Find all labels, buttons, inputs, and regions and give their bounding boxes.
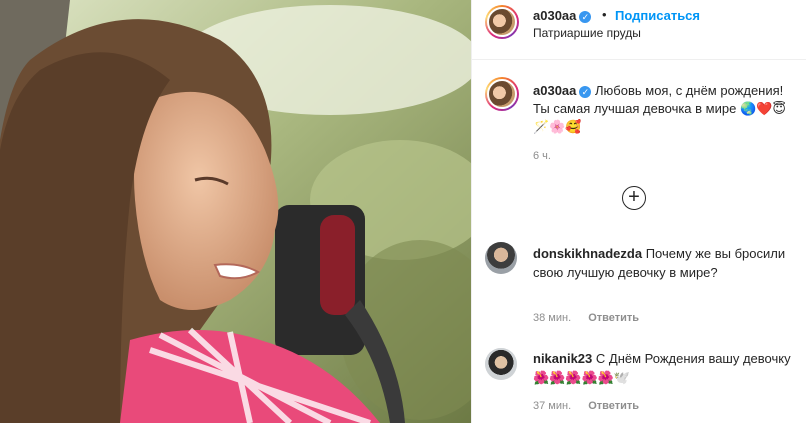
comment-meta: 37 мин. Ответить bbox=[533, 400, 639, 412]
post-photo[interactable] bbox=[0, 0, 471, 423]
comment: donskikhnadezda Почему же вы бросили сво… bbox=[533, 244, 793, 282]
comment: nikanik23 С Днём Рождения вашу девочку🌺🌺… bbox=[533, 349, 793, 387]
separator-dot: • bbox=[602, 7, 607, 22]
post-photo-image bbox=[0, 0, 471, 423]
comment-timestamp[interactable]: 37 мин. bbox=[533, 400, 571, 412]
author-username[interactable]: a030aa bbox=[533, 8, 576, 23]
follow-button[interactable]: Подписаться bbox=[615, 8, 700, 23]
caption-username[interactable]: a030aa bbox=[533, 83, 576, 98]
post-caption: a030aa ✓ Любовь моя, с днём рождения! Ты … bbox=[533, 82, 793, 136]
commenter-avatar[interactable] bbox=[485, 242, 517, 274]
verified-badge-icon: ✓ bbox=[579, 11, 592, 23]
caption-timestamp[interactable]: 6 ч. bbox=[533, 150, 551, 162]
author-username-row[interactable]: a030aa ✓ bbox=[533, 8, 592, 23]
verified-badge-icon: ✓ bbox=[579, 86, 592, 98]
post-location[interactable]: Патриаршие пруды bbox=[533, 26, 641, 40]
comment-meta: 38 мин. Ответить bbox=[533, 312, 639, 324]
commenter-avatar[interactable] bbox=[485, 348, 517, 380]
caption-author-avatar[interactable] bbox=[485, 77, 519, 111]
reply-button[interactable]: Ответить bbox=[588, 312, 639, 324]
header-divider bbox=[472, 59, 806, 60]
plus-circle-icon[interactable]: + bbox=[622, 186, 646, 210]
comment-timestamp[interactable]: 38 мин. bbox=[533, 312, 571, 324]
comment-username[interactable]: donskikhnadezda bbox=[533, 246, 642, 261]
comment-username[interactable]: nikanik23 bbox=[533, 351, 592, 366]
author-avatar[interactable] bbox=[485, 5, 519, 39]
post-side-panel: a030aa ✓ • Подписаться Патриаршие пруды a… bbox=[471, 0, 806, 423]
reply-button[interactable]: Ответить bbox=[588, 400, 639, 412]
